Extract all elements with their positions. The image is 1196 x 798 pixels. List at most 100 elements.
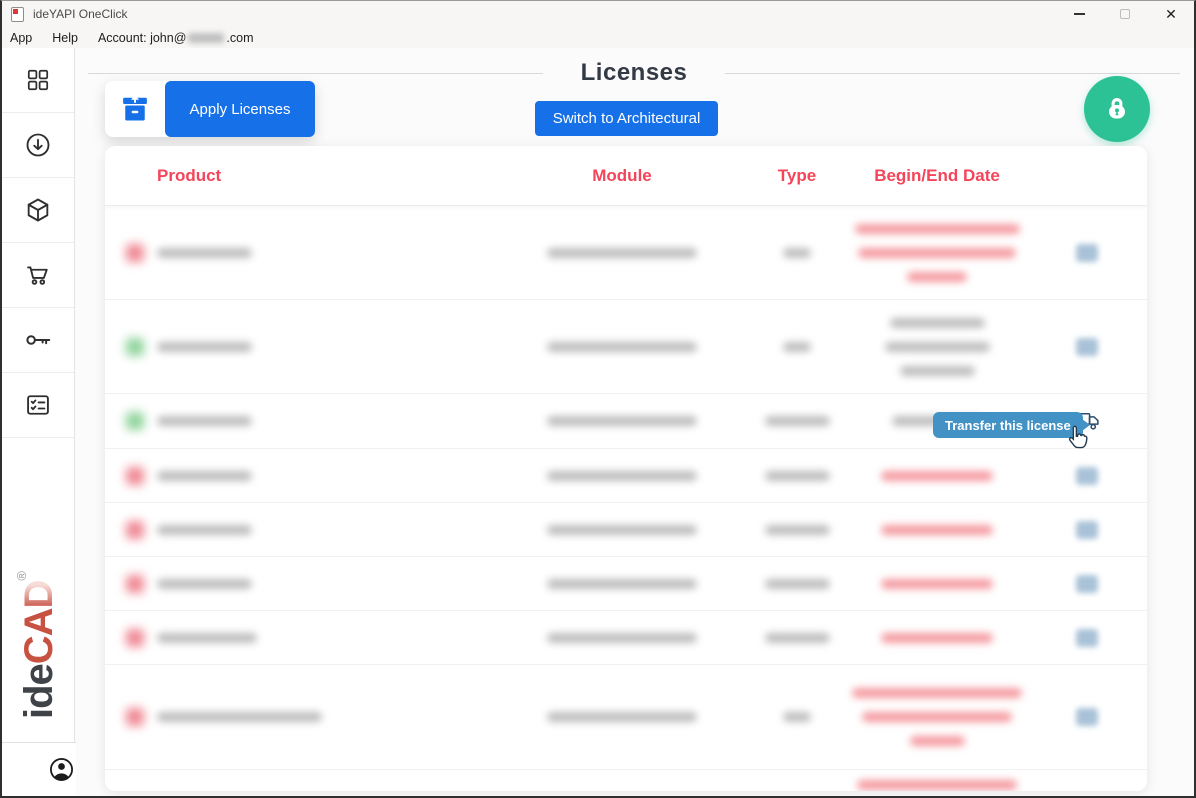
- redacted-module-name: [547, 416, 697, 426]
- transfer-license-button[interactable]: [1076, 520, 1098, 539]
- redacted-module-name: [547, 578, 697, 589]
- transfer-license-button[interactable]: [1076, 574, 1098, 593]
- type-cell: [747, 712, 847, 722]
- status-cell: [105, 574, 157, 593]
- redacted-type: [783, 247, 811, 258]
- date-cell: [847, 223, 1027, 282]
- redacted-module-name: [547, 470, 697, 481]
- redacted-date-line: [854, 223, 1020, 234]
- table-header: Product Module Type Begin/End Date: [105, 146, 1147, 206]
- apply-licenses-button[interactable]: Apply Licenses: [105, 81, 315, 137]
- close-button[interactable]: ✕: [1148, 1, 1194, 27]
- sidebar-item-store[interactable]: [2, 243, 74, 308]
- sidebar-item-tasks[interactable]: [2, 373, 74, 438]
- product-cell: [157, 632, 497, 643]
- table-row: [105, 557, 1147, 611]
- divider: [88, 72, 543, 74]
- sidebar-item-dashboard[interactable]: [2, 48, 74, 113]
- menu-app[interactable]: App: [2, 31, 42, 45]
- status-cell: [105, 243, 157, 262]
- account-prefix: Account: john@: [97, 30, 187, 45]
- redacted-product-name: [157, 247, 252, 258]
- redacted-type: [783, 341, 811, 352]
- table-row: [105, 503, 1147, 557]
- status-badge: [126, 708, 144, 726]
- logo-text-dark: ide: [17, 664, 61, 720]
- minimize-button[interactable]: [1056, 1, 1102, 27]
- status-cell: [105, 520, 157, 539]
- account-suffix: .com: [226, 30, 254, 45]
- status-cell: [105, 337, 157, 356]
- transfer-license-button[interactable]: [1076, 243, 1098, 262]
- checklist-icon: [27, 395, 49, 415]
- type-cell: [747, 341, 847, 352]
- sidebar: ideCAD®: [2, 48, 75, 796]
- redacted-date-line: [881, 578, 993, 589]
- date-cell: [847, 688, 1027, 746]
- table-row: [105, 611, 1147, 665]
- module-cell: [497, 632, 747, 643]
- status-badge: [126, 466, 144, 485]
- app-logo-icon: [11, 6, 24, 22]
- redacted-type: [764, 470, 830, 481]
- maximize-button[interactable]: [1102, 1, 1148, 27]
- redacted-module-name: [547, 247, 697, 258]
- redacted-module-name: [547, 524, 697, 535]
- status-badge: [126, 574, 144, 593]
- sidebar-item-products[interactable]: [2, 178, 74, 243]
- redacted-product-name: [157, 524, 252, 535]
- divider: [725, 72, 1181, 74]
- apply-licenses-label: Apply Licenses: [165, 81, 315, 137]
- redacted-date-line: [881, 632, 993, 643]
- status-cell: [105, 466, 157, 485]
- redacted-product-name: [157, 416, 252, 426]
- redacted-date-line: [862, 712, 1012, 722]
- transfer-license-button[interactable]: [1076, 337, 1098, 356]
- module-cell: [497, 247, 747, 258]
- type-cell: [747, 247, 847, 258]
- sidebar-item-licenses[interactable]: [2, 308, 74, 373]
- window-title: ideYAPI OneClick: [33, 7, 128, 21]
- lock-button[interactable]: [1084, 76, 1150, 142]
- redacted-product-name: [157, 578, 252, 589]
- header-begin-end-date: Begin/End Date: [874, 165, 1000, 185]
- table-row: [105, 300, 1147, 394]
- redacted-date-line: [889, 317, 985, 328]
- archive-apply-icon: [123, 94, 147, 121]
- header-product: Product: [157, 165, 222, 185]
- minimize-icon: [1073, 13, 1085, 15]
- download-icon: [26, 133, 50, 157]
- product-cell: [157, 247, 497, 258]
- menu-help[interactable]: Help: [42, 31, 88, 45]
- redacted-date-line: [858, 247, 1016, 258]
- app-window: ideYAPI OneClick ✕ App Help Account: joh…: [0, 0, 1196, 798]
- date-cell: [847, 317, 1027, 376]
- status-badge: [126, 243, 144, 262]
- status-badge: [126, 520, 144, 539]
- sidebar-item-downloads[interactable]: [2, 113, 74, 178]
- date-cell: [847, 524, 1027, 535]
- status-cell: [105, 412, 157, 430]
- date-cell: [847, 632, 1027, 643]
- action-cell: [1027, 466, 1147, 485]
- status-badge: [126, 337, 144, 356]
- menu-account[interactable]: Account: john@ .com: [88, 31, 264, 45]
- transfer-license-button[interactable]: [1076, 628, 1098, 647]
- lock-icon: [1109, 98, 1125, 119]
- redacted-date-line: [881, 524, 993, 535]
- redacted-date-line: [899, 365, 975, 376]
- action-cell: [1027, 337, 1147, 356]
- main-content: Licenses Apply Licenses Switch to Archit…: [76, 48, 1194, 796]
- transfer-license-button[interactable]: [1076, 708, 1098, 726]
- transfer-license-button[interactable]: [1076, 466, 1098, 485]
- redacted-product-name: [157, 712, 322, 722]
- redacted-date-line: [909, 736, 965, 746]
- type-cell: [747, 578, 847, 589]
- product-cell: [157, 578, 497, 589]
- action-cell: [1027, 628, 1147, 647]
- transfer-license-tooltip: Transfer this license: [933, 412, 1090, 438]
- date-cell: [847, 578, 1027, 589]
- switch-to-architectural-button[interactable]: Switch to Architectural: [535, 101, 718, 136]
- module-cell: [497, 416, 747, 426]
- key-icon: [26, 335, 51, 345]
